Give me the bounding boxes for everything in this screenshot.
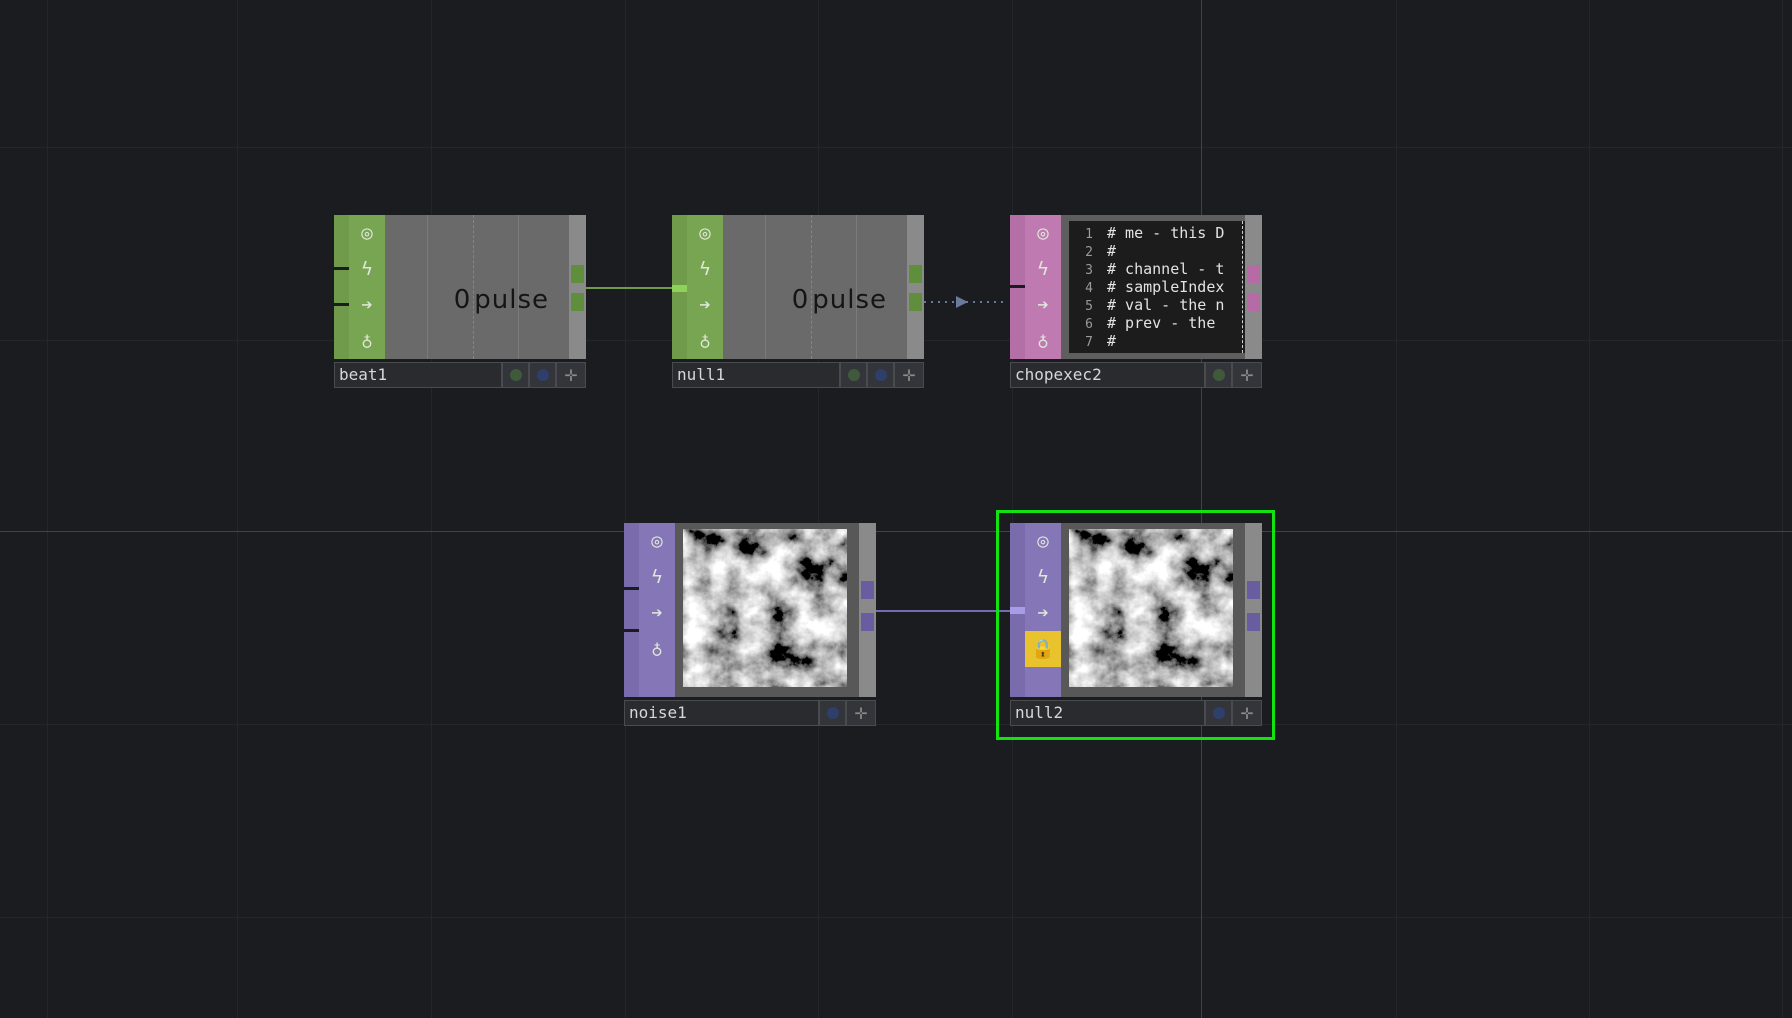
viewer-toggle-button[interactable]: [1205, 362, 1232, 388]
output-connector[interactable]: [569, 215, 586, 359]
viewer-toggle-button[interactable]: [502, 362, 529, 388]
viewer-active-icon[interactable]: ◎: [1025, 215, 1061, 251]
output-connector[interactable]: [907, 215, 924, 359]
display-flag-icon[interactable]: ➔: [349, 287, 385, 323]
input-connector[interactable]: [1010, 215, 1025, 359]
viewer-active-icon[interactable]: ◎: [349, 215, 385, 251]
chop-viewer[interactable]: 0 pulse: [723, 215, 907, 359]
node-name-field[interactable]: noise1: [624, 700, 819, 726]
add-icon[interactable]: ✛: [894, 362, 924, 388]
viewer-active-icon[interactable]: ◎: [687, 215, 723, 251]
display-toggle-button[interactable]: [867, 362, 894, 388]
reference-link-null1-chopexec2[interactable]: [922, 294, 1010, 310]
viewer-toggle-button[interactable]: [840, 362, 867, 388]
display-toggle-button[interactable]: [819, 700, 846, 726]
operator-beat1[interactable]: ◎ ϟ ➔ ♁ 0 pulse beat1 ✛: [334, 215, 586, 389]
wire-noise1-null2[interactable]: [875, 610, 1013, 612]
node-name-field[interactable]: null2: [1010, 700, 1205, 726]
output-connector[interactable]: [1245, 523, 1262, 697]
cook-bypass-icon[interactable]: ϟ: [1025, 559, 1061, 595]
add-icon[interactable]: ✛: [846, 700, 876, 726]
node-name-field[interactable]: null1: [672, 362, 840, 388]
noise-image: [1069, 529, 1233, 687]
lock-icon[interactable]: ♁: [1025, 323, 1061, 359]
input-connector[interactable]: [334, 215, 349, 359]
cook-bypass-icon[interactable]: ϟ: [349, 251, 385, 287]
cook-bypass-icon[interactable]: ϟ: [687, 251, 723, 287]
add-icon[interactable]: ✛: [1232, 362, 1262, 388]
node-name-field[interactable]: beat1: [334, 362, 502, 388]
viewer-active-icon[interactable]: ◎: [1025, 523, 1061, 559]
wire-beat1-null1[interactable]: [586, 287, 672, 289]
display-flag-icon[interactable]: ➔: [1025, 595, 1061, 631]
cook-bypass-icon[interactable]: ϟ: [1025, 251, 1061, 287]
display-flag-icon[interactable]: ➔: [687, 287, 723, 323]
input-connector[interactable]: [672, 215, 687, 359]
cook-bypass-icon[interactable]: ϟ: [639, 559, 675, 595]
channel-readout: 0 pulse: [791, 285, 887, 315]
operator-noise1[interactable]: ◎ ϟ ➔ ♁ noise1 ✛: [624, 523, 876, 727]
lock-icon[interactable]: 🔒: [1025, 631, 1061, 667]
output-connector[interactable]: [1245, 215, 1262, 359]
lock-icon[interactable]: ♁: [687, 323, 723, 359]
operator-null1[interactable]: ◎ ϟ ➔ ♁ 0 pulse null1 ✛: [672, 215, 924, 389]
dat-text-viewer[interactable]: 1 # me - this D 2 # 3 # channel - t 4 # samp…: [1061, 215, 1245, 359]
origin-axis-vertical: [1201, 0, 1202, 1018]
add-icon[interactable]: ✛: [556, 362, 586, 388]
display-toggle-button[interactable]: [1205, 700, 1232, 726]
chop-viewer[interactable]: 0 pulse: [385, 215, 569, 359]
top-viewer[interactable]: [675, 523, 859, 697]
operator-null2[interactable]: ◎ ϟ ➔ 🔒 null2 ✛: [1010, 523, 1262, 727]
display-flag-icon[interactable]: ➔: [1025, 287, 1061, 323]
noise-image: [683, 529, 847, 687]
channel-readout: 0 pulse: [453, 285, 549, 315]
output-connector[interactable]: [859, 523, 876, 697]
top-viewer[interactable]: [1061, 523, 1245, 697]
code-editor[interactable]: 1 # me - this D 2 # 3 # channel - t 4 # samp…: [1069, 221, 1245, 353]
input-connector[interactable]: [624, 523, 639, 697]
display-flag-icon[interactable]: ➔: [639, 595, 675, 631]
viewer-active-icon[interactable]: ◎: [639, 523, 675, 559]
lock-icon[interactable]: ♁: [639, 631, 675, 667]
add-icon[interactable]: ✛: [1232, 700, 1262, 726]
operator-chopexec2[interactable]: ◎ ϟ ➔ ♁ 1 # me - this D 2 # 3 # channel - t…: [1010, 215, 1262, 389]
lock-icon[interactable]: ♁: [349, 323, 385, 359]
origin-axis-horizontal: [0, 531, 1792, 532]
input-connector[interactable]: [1010, 523, 1025, 697]
display-toggle-button[interactable]: [529, 362, 556, 388]
node-name-field[interactable]: chopexec2: [1010, 362, 1205, 388]
